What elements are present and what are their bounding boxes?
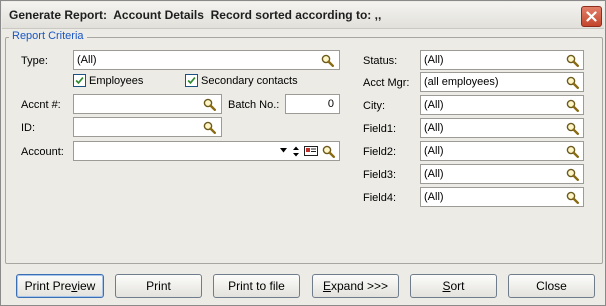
report-dialog: Generate Report: Account Details Record … — [0, 0, 606, 306]
print-to-file-button[interactable]: Print to file — [213, 274, 300, 298]
print-to-file-label: Print to file — [228, 279, 285, 293]
type-label: Type: — [21, 55, 48, 67]
account-label: Account: — [21, 146, 64, 158]
city-field[interactable]: (All) — [420, 95, 584, 115]
field3-search-icon[interactable] — [566, 168, 579, 181]
acct-mgr-label: Acct Mgr: — [363, 77, 410, 89]
field2-label: Field2: — [363, 146, 397, 158]
checkmark-icon — [186, 75, 197, 86]
sort-label-a: S — [442, 279, 451, 293]
type-field[interactable]: (All) — [73, 50, 340, 70]
title-bar[interactable]: Generate Report: Account Details Record … — [2, 2, 604, 29]
dropdown-arrow-icon[interactable] — [280, 148, 287, 154]
print-preview-label-a: Print Pre — [24, 279, 72, 293]
batch-no-value: 0 — [327, 98, 334, 110]
batch-no-label: Batch No.: — [228, 99, 280, 111]
report-criteria-legend: Report Criteria — [9, 30, 87, 42]
print-preview-label-c: iew — [77, 279, 96, 293]
field3-label: Field3: — [363, 169, 397, 181]
accnt-label: Accnt #: — [21, 99, 61, 111]
sort-button[interactable]: Sort — [410, 274, 497, 298]
field2-search-icon[interactable] — [566, 145, 579, 158]
batch-no-field[interactable]: 0 — [285, 94, 340, 114]
field2-field[interactable]: (All) — [420, 141, 584, 161]
type-search-icon[interactable] — [321, 54, 334, 67]
expand-label-b: xpand >>> — [330, 279, 389, 293]
print-label: Print — [146, 279, 171, 293]
status-field[interactable]: (All) — [420, 50, 584, 70]
secondary-contacts-checkbox[interactable] — [185, 74, 198, 87]
secondary-contacts-label: Secondary contacts — [201, 75, 298, 87]
sort-arrows-icon[interactable] — [292, 145, 300, 158]
city-label: City: — [363, 100, 385, 112]
close-label: Close — [536, 279, 567, 293]
accnt-field[interactable] — [73, 94, 222, 114]
close-button[interactable]: Close — [508, 274, 595, 298]
field4-search-icon[interactable] — [566, 191, 579, 204]
accnt-search-icon[interactable] — [203, 98, 216, 111]
city-search-icon[interactable] — [566, 99, 579, 112]
acct-mgr-search-icon[interactable] — [566, 76, 579, 89]
employees-label: Employees — [89, 75, 144, 87]
acct-mgr-field[interactable]: (all employees) — [420, 72, 584, 92]
acct-mgr-value: (all employees) — [424, 76, 499, 88]
status-search-icon[interactable] — [566, 54, 579, 67]
field1-search-icon[interactable] — [566, 122, 579, 135]
id-field[interactable] — [73, 117, 222, 137]
print-preview-button[interactable]: Print Pre v iew — [16, 274, 104, 298]
field4-label: Field4: — [363, 192, 397, 204]
print-button[interactable]: Print — [115, 274, 202, 298]
status-label: Status: — [363, 55, 398, 67]
checkmark-icon — [74, 75, 85, 86]
card-icon[interactable] — [304, 145, 318, 157]
id-label: ID: — [21, 122, 36, 134]
expand-button[interactable]: Expand >>> — [312, 274, 399, 298]
close-window-button[interactable] — [581, 6, 602, 27]
field4-field[interactable]: (All) — [420, 187, 584, 207]
id-search-icon[interactable] — [203, 121, 216, 134]
field3-field[interactable]: (All) — [420, 164, 584, 184]
expand-label-a: E — [322, 279, 331, 293]
city-value: (All) — [424, 99, 444, 111]
status-value: (All) — [424, 54, 444, 66]
account-search-icon[interactable] — [322, 145, 335, 158]
sort-label-b: ort — [450, 279, 465, 293]
employees-checkbox[interactable] — [73, 74, 86, 87]
field2-value: (All) — [424, 145, 444, 157]
field1-value: (All) — [424, 122, 444, 134]
field1-label: Field1: — [363, 123, 397, 135]
account-field[interactable] — [73, 141, 340, 161]
type-value: (All) — [77, 54, 97, 66]
field4-value: (All) — [424, 191, 444, 203]
field3-value: (All) — [424, 168, 444, 180]
window-title: Generate Report: Account Details Record … — [9, 8, 382, 22]
field1-field[interactable]: (All) — [420, 118, 584, 138]
close-x-icon — [586, 11, 597, 22]
